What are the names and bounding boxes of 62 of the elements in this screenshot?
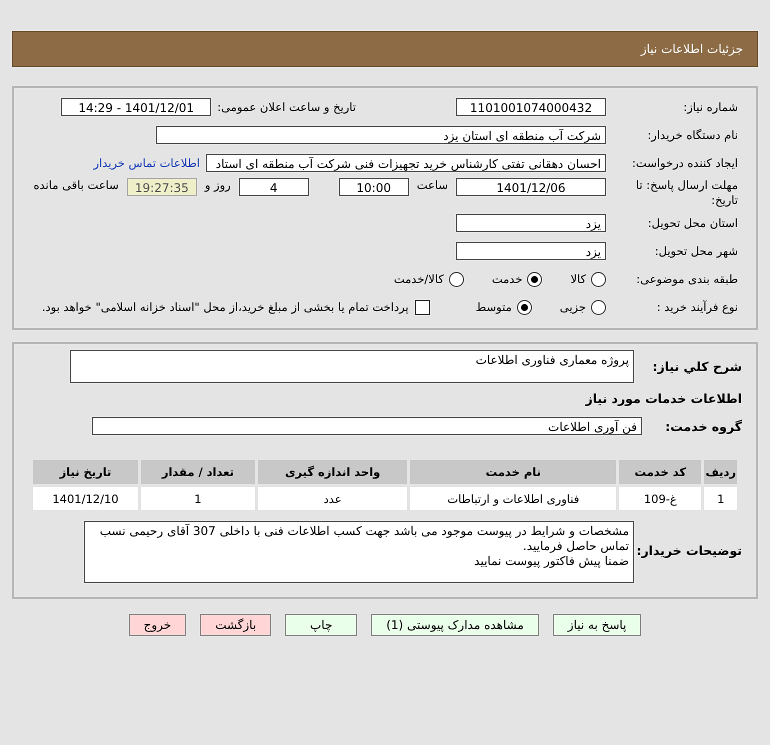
need-number-field: 1101001074000432 — [456, 98, 606, 116]
column-header: نام خدمت — [410, 460, 616, 484]
option-label: متوسط — [476, 300, 512, 314]
summary-field: پروژه معماری فناوری اطلاعات — [70, 350, 634, 383]
section-title: اطلاعات خدمات مورد نیاز — [586, 390, 742, 406]
table-cell: 1 — [704, 487, 737, 510]
field-label: طبقه بندی موضوعی: — [635, 272, 738, 286]
province-field: یزد — [456, 214, 606, 232]
remaining-label: ساعت باقی مانده — [34, 178, 119, 192]
announce-date-field: 1401/12/01 - 14:29 — [61, 98, 212, 116]
days-field: 4 — [238, 178, 309, 196]
column-header: واحد اندازه گیری — [258, 460, 408, 484]
field-label: شماره نیاز: — [682, 100, 738, 114]
action-button[interactable]: چاپ — [285, 614, 358, 636]
action-button[interactable]: مشاهده مدارک پیوستی (1) — [371, 614, 539, 636]
option-label: کالا/خدمت — [394, 272, 444, 286]
field-label: شهر محل تحویل: — [654, 244, 738, 258]
checkbox[interactable] — [414, 300, 430, 314]
field-label: ایجاد کننده درخواست: — [631, 156, 738, 170]
option-label: جزیی — [560, 300, 586, 314]
field-label: نوع فرآیند خرید : — [656, 300, 738, 314]
action-button[interactable]: خروج — [128, 614, 186, 636]
remaining-time-field: 19:27:35 — [126, 178, 197, 196]
field-label: تاریخ: — [710, 193, 738, 208]
radio-button[interactable] — [516, 300, 532, 314]
field-label: مهلت ارسال پاسخ: تا — [634, 178, 738, 193]
column-header: تعداد / مقدار — [140, 460, 255, 484]
table-cell: 1401/12/10 — [33, 487, 138, 510]
payment-note: پرداخت تمام یا بخشی از مبلغ خرید،از محل "اسناد خزانه اسلامی" خواهد بود. — [42, 300, 409, 314]
action-button[interactable]: پاسخ به نیاز — [552, 614, 642, 636]
requester-field: احسان دهقانی تفتی کارشناس خرید تجهیزات فنی شرکت آب منطقه ای استاد — [206, 154, 606, 172]
column-header: کد خدمت — [619, 460, 702, 484]
radio-button[interactable] — [591, 272, 606, 286]
table-cell: 1 — [140, 487, 255, 510]
radio-button[interactable] — [448, 272, 464, 286]
field-label: نام دستگاه خریدار: — [646, 128, 738, 142]
radio-button[interactable] — [591, 300, 606, 314]
field-label: استان محل تحویل: — [646, 216, 738, 230]
service-group-field: فن آوری اطلاعات — [92, 417, 642, 435]
table-cell: فناوری اطلاعات و ارتباطات — [410, 487, 616, 510]
deadline-date-field: 1401/12/06 — [456, 178, 606, 196]
note-text: مشخصات و شرایط در پیوست موجود می باشد جهت کسب اطلاعات فنی با داخلی 307 آقای رحیمی نسب تماس حاصل فرمایید. — [98, 524, 629, 554]
buyer-contact-link[interactable]: اطلاعات تماس خریدار — [93, 156, 200, 170]
section-label: شرح کلي نياز: — [652, 359, 742, 374]
field-label: تاریخ و ساعت اعلان عمومی: — [217, 100, 356, 114]
action-button[interactable]: بازگشت — [200, 614, 272, 636]
note-text: ضمنا پیش فاکتور پیوست نمایید — [473, 554, 629, 569]
deadline-time-field: 10:00 — [338, 178, 409, 196]
section-label: توضیحات خریدار: — [635, 542, 742, 558]
column-header: ردیف — [704, 460, 737, 484]
time-label: ساعت — [416, 178, 448, 192]
radio-button[interactable] — [527, 272, 542, 286]
city-field: یزد — [456, 242, 606, 260]
table-cell: غ-109 — [619, 487, 702, 510]
option-label: کالا — [570, 272, 586, 286]
days-label: روز و — [204, 178, 231, 192]
table-cell: عدد — [258, 487, 408, 510]
section-label: گروه خدمت: — [664, 418, 742, 434]
column-header: تاریخ نیاز — [33, 460, 138, 484]
option-label: خدمت — [492, 272, 522, 286]
page-title: جزئیات اطلاعات نیاز — [640, 42, 743, 56]
buyer-field: شرکت آب منطقه ای استان یزد — [156, 126, 606, 144]
